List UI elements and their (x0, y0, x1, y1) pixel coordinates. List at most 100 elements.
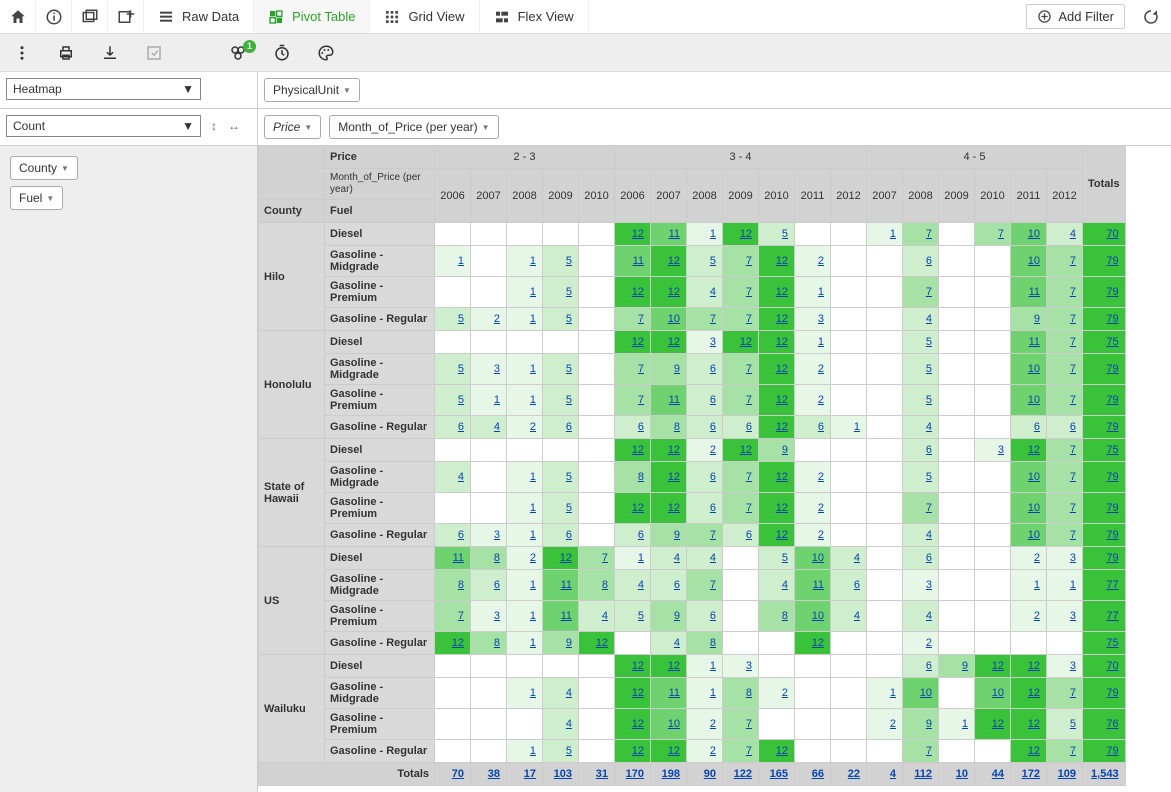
value-cell[interactable]: 5 (903, 331, 939, 354)
value-cell[interactable]: 12 (759, 740, 795, 763)
gallery-icon[interactable] (72, 0, 108, 33)
value-cell[interactable]: 1 (687, 223, 723, 246)
row-total[interactable]: 79 (1083, 354, 1126, 385)
value-cell[interactable] (435, 678, 471, 709)
value-cell[interactable]: 12 (651, 277, 687, 308)
value-cell[interactable]: 6 (1047, 416, 1083, 439)
col-total[interactable]: 103 (543, 763, 579, 786)
add-image-icon[interactable] (108, 0, 144, 33)
value-cell[interactable]: 1 (831, 416, 867, 439)
value-cell[interactable]: 1 (507, 462, 543, 493)
value-cell[interactable] (507, 709, 543, 740)
value-cell[interactable] (543, 439, 579, 462)
value-cell[interactable] (795, 439, 831, 462)
value-cell[interactable]: 6 (615, 524, 651, 547)
tab-grid-view[interactable]: Grid View (370, 0, 479, 33)
value-cell[interactable]: 3 (723, 655, 759, 678)
value-cell[interactable]: 10 (1011, 354, 1047, 385)
value-cell[interactable] (975, 524, 1011, 547)
value-cell[interactable] (939, 246, 975, 277)
value-cell[interactable]: 4 (615, 570, 651, 601)
value-cell[interactable]: 8 (723, 678, 759, 709)
value-cell[interactable]: 11 (651, 223, 687, 246)
value-cell[interactable] (867, 308, 903, 331)
value-cell[interactable] (939, 678, 975, 709)
value-cell[interactable]: 12 (759, 416, 795, 439)
col-total[interactable]: 170 (615, 763, 651, 786)
value-cell[interactable]: 7 (687, 524, 723, 547)
aggregation-select[interactable]: Count▼ (6, 115, 201, 137)
value-cell[interactable]: 4 (543, 678, 579, 709)
row-total[interactable]: 70 (1083, 223, 1126, 246)
value-cell[interactable] (579, 709, 615, 740)
value-cell[interactable]: 12 (975, 709, 1011, 740)
value-cell[interactable]: 7 (903, 740, 939, 763)
value-cell[interactable] (939, 308, 975, 331)
value-cell[interactable] (975, 385, 1011, 416)
value-cell[interactable]: 12 (1011, 678, 1047, 709)
value-cell[interactable] (471, 678, 507, 709)
value-cell[interactable]: 2 (471, 308, 507, 331)
value-cell[interactable]: 7 (1047, 308, 1083, 331)
value-cell[interactable]: 12 (723, 223, 759, 246)
value-cell[interactable]: 7 (1047, 354, 1083, 385)
value-cell[interactable]: 1 (1047, 570, 1083, 601)
value-cell[interactable] (831, 308, 867, 331)
value-cell[interactable] (975, 354, 1011, 385)
value-cell[interactable] (975, 570, 1011, 601)
col-total[interactable]: 90 (687, 763, 723, 786)
value-cell[interactable] (435, 709, 471, 740)
value-cell[interactable]: 10 (651, 709, 687, 740)
value-cell[interactable]: 4 (1047, 223, 1083, 246)
value-cell[interactable]: 7 (1047, 462, 1083, 493)
value-cell[interactable]: 8 (471, 632, 507, 655)
value-cell[interactable]: 9 (759, 439, 795, 462)
value-cell[interactable] (867, 547, 903, 570)
value-cell[interactable]: 6 (723, 416, 759, 439)
value-cell[interactable]: 7 (579, 547, 615, 570)
value-cell[interactable] (867, 246, 903, 277)
value-cell[interactable]: 10 (903, 678, 939, 709)
row-total[interactable]: 77 (1083, 601, 1126, 632)
value-cell[interactable]: 7 (903, 277, 939, 308)
value-cell[interactable]: 2 (795, 246, 831, 277)
value-cell[interactable]: 8 (615, 462, 651, 493)
value-cell[interactable] (831, 524, 867, 547)
value-cell[interactable] (435, 740, 471, 763)
value-cell[interactable]: 1 (507, 524, 543, 547)
value-cell[interactable]: 11 (543, 601, 579, 632)
value-cell[interactable] (939, 493, 975, 524)
value-cell[interactable]: 6 (903, 547, 939, 570)
row-total[interactable]: 75 (1083, 632, 1126, 655)
value-cell[interactable] (579, 331, 615, 354)
value-cell[interactable] (471, 246, 507, 277)
value-cell[interactable]: 9 (903, 709, 939, 740)
value-cell[interactable] (759, 709, 795, 740)
value-cell[interactable] (471, 462, 507, 493)
value-cell[interactable]: 6 (831, 570, 867, 601)
value-cell[interactable]: 6 (543, 524, 579, 547)
value-cell[interactable]: 12 (615, 493, 651, 524)
sort-vert-icon[interactable]: ↕ (207, 119, 221, 133)
value-cell[interactable] (867, 740, 903, 763)
value-cell[interactable] (831, 632, 867, 655)
value-cell[interactable]: 6 (795, 416, 831, 439)
value-cell[interactable]: 3 (1047, 547, 1083, 570)
row-total[interactable]: 79 (1083, 462, 1126, 493)
value-cell[interactable] (867, 439, 903, 462)
more-icon[interactable] (10, 44, 34, 62)
value-cell[interactable] (939, 632, 975, 655)
value-cell[interactable]: 9 (651, 601, 687, 632)
value-cell[interactable]: 7 (723, 462, 759, 493)
row-total[interactable]: 79 (1083, 277, 1126, 308)
value-cell[interactable] (795, 709, 831, 740)
value-cell[interactable]: 12 (759, 385, 795, 416)
value-cell[interactable] (471, 709, 507, 740)
value-cell[interactable]: 5 (543, 385, 579, 416)
value-cell[interactable] (939, 740, 975, 763)
value-cell[interactable] (723, 601, 759, 632)
value-cell[interactable]: 1 (435, 246, 471, 277)
value-cell[interactable] (975, 416, 1011, 439)
value-cell[interactable] (939, 439, 975, 462)
value-cell[interactable] (867, 570, 903, 601)
